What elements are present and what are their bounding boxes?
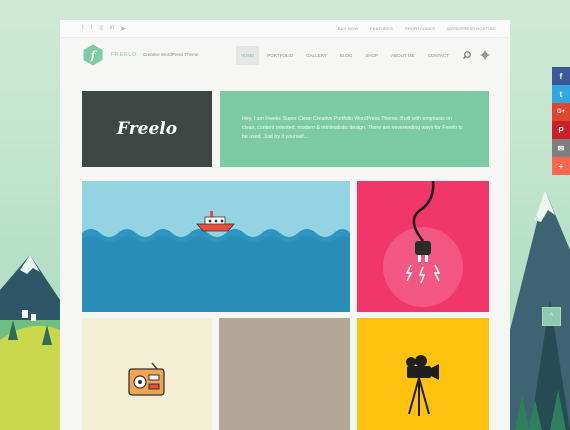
shortcodes-link[interactable]: SHORTCODES	[405, 26, 435, 31]
theme-page: t f g in ▶ BUY NOW FEATURES SHORTCODES W…	[60, 20, 510, 430]
google-plus-icon[interactable]: g	[99, 25, 102, 32]
features-link[interactable]: FEATURES	[370, 26, 393, 31]
buy-now-link[interactable]: BUY NOW	[338, 26, 358, 31]
radio-illustration	[128, 362, 165, 396]
main-nav: HOME PORTFOLIO GALLERY BLOG SHOP ABOUT M…	[235, 45, 490, 65]
search-icon[interactable]	[462, 50, 472, 60]
top-bar: t f g in ▶ BUY NOW FEATURES SHORTCODES W…	[60, 20, 510, 38]
top-links: BUY NOW FEATURES SHORTCODES WORDPRESS HO…	[338, 26, 496, 31]
facebook-icon[interactable]: f	[552, 67, 570, 85]
nav-blog[interactable]: BLOG	[335, 46, 358, 65]
more-icon[interactable]: +	[552, 157, 570, 175]
nav-gallery[interactable]: GALLERY	[301, 46, 332, 65]
brand: FREELO Creative WordPress Theme	[111, 52, 198, 58]
top-social-icons: t f g in ▶	[82, 25, 126, 32]
chevron-up-icon: ^	[549, 313, 554, 320]
settings-icon[interactable]	[480, 50, 490, 60]
hero-intro-text: Hey, I am Freelo: Super Clean Creative P…	[242, 116, 463, 141]
google-plus-icon[interactable]: G+	[552, 103, 570, 121]
pinterest-icon[interactable]: P	[552, 121, 570, 139]
nav-contact[interactable]: CONTACT	[423, 46, 454, 65]
brand-tagline: Creative WordPress Theme	[143, 52, 199, 57]
background-mountains-left	[0, 255, 60, 430]
nav-shop[interactable]: SHOP	[360, 46, 383, 65]
twitter-icon[interactable]: t	[82, 25, 84, 32]
background-mountains-right	[510, 190, 570, 430]
youtube-icon[interactable]: ▶	[121, 25, 126, 32]
brand-name[interactable]: FREELO	[111, 52, 137, 58]
hero-intro-block: Hey, I am Freelo: Super Clean Creative P…	[220, 91, 489, 167]
hero-title: Freelo	[116, 119, 178, 139]
facebook-icon[interactable]: f	[91, 25, 93, 32]
portfolio-tile-plug[interactable]	[357, 181, 489, 312]
wordpress-hosting-link[interactable]: WORDPRESS HOSTING	[447, 26, 496, 31]
plug-illustration	[383, 181, 463, 307]
portfolio-tile-camera[interactable]	[357, 318, 489, 430]
camera-illustration	[406, 355, 439, 416]
hero-title-block: Freelo	[82, 91, 212, 167]
nav-portfolio[interactable]: PORTFOLIO	[262, 46, 298, 65]
linkedin-icon[interactable]: in	[110, 25, 115, 32]
nav-home[interactable]: HOME	[235, 45, 260, 65]
scroll-to-top-button[interactable]: ^	[542, 307, 561, 326]
mail-icon[interactable]: ✉	[552, 139, 570, 157]
twitter-icon[interactable]: t	[552, 85, 570, 103]
portfolio-tile-grey[interactable]	[219, 318, 350, 430]
logo-hex-icon[interactable]: f	[82, 44, 104, 66]
portfolio-tile-boat[interactable]	[82, 181, 350, 312]
portfolio-tile-radio[interactable]	[82, 318, 212, 430]
boat-illustration	[82, 211, 350, 312]
site-header: f FREELO Creative WordPress Theme HOME P…	[60, 38, 510, 72]
nav-about-me[interactable]: ABOUT ME	[386, 46, 419, 65]
share-bar: f t G+ P ✉ +	[552, 67, 570, 175]
